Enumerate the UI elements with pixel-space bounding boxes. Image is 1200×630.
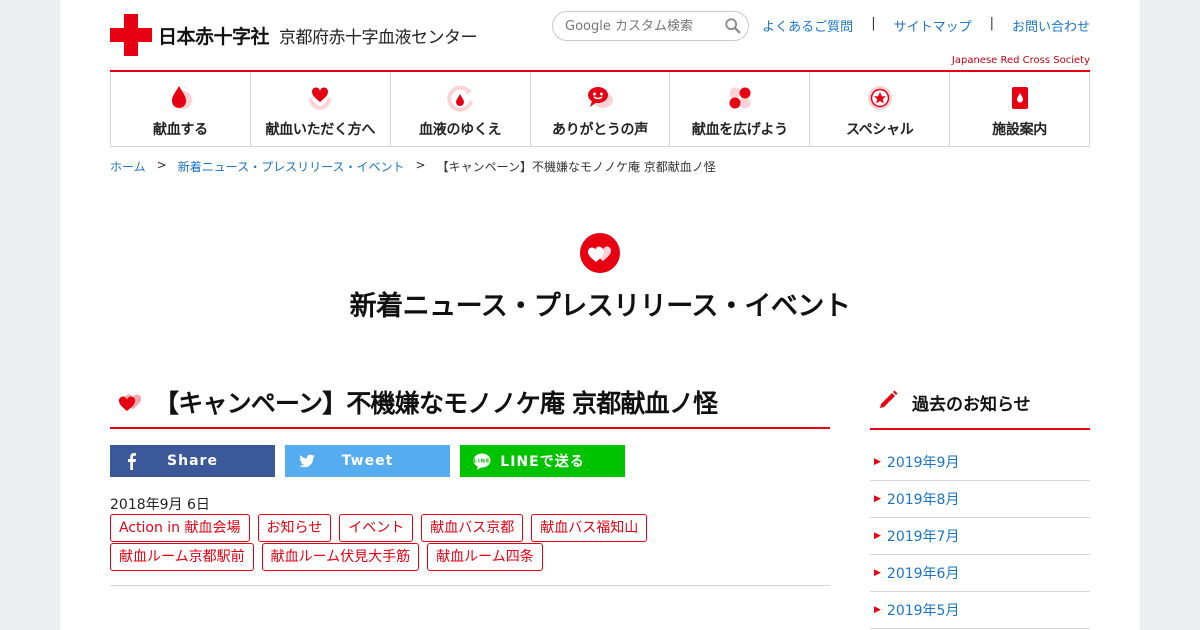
triangle-right-icon: ▶	[874, 605, 881, 615]
center-name: 京都府赤十字血液センター	[279, 27, 478, 48]
red-cross-icon	[110, 14, 152, 56]
sidebar-title: 過去のお知らせ	[912, 395, 1031, 415]
nav-item-donate[interactable]: 献血する	[111, 72, 251, 146]
blood-drop-icon	[172, 86, 193, 109]
section-title: 新着ニュース・プレスリリース・イベント	[349, 291, 851, 322]
sidebar-title-divider	[870, 428, 1090, 430]
speech-bubble-icon	[588, 87, 613, 108]
archive-item[interactable]: ▶ 2019年6月	[870, 555, 1090, 592]
nav-item-for-donors[interactable]: 献血いただく方へ	[251, 72, 391, 146]
society-english-name: Japanese Red Cross Society	[951, 55, 1090, 66]
archive-item-label: 2019年8月	[886, 492, 960, 508]
global-nav: 献血する 献血いただく方へ 血液のゆくえ ありがとうの声 献血を広げよう スペシ…	[110, 72, 1091, 147]
breadcrumb-section[interactable]: 新着ニュース・プレスリリース・イベント	[178, 158, 405, 175]
hearts-icon	[580, 233, 620, 273]
page: 日本赤十字社 京都府赤十字血液センター よくあるご質問 | サイトマップ | お…	[60, 0, 1140, 630]
hearts-icon	[118, 394, 142, 411]
logo-text: 日本赤十字社	[158, 25, 270, 48]
archive-item-label: 2019年9月	[886, 455, 960, 471]
star-badge-icon	[867, 86, 892, 110]
line-icon: LINE	[473, 453, 491, 470]
heart-hands-icon	[309, 87, 332, 110]
archive-item[interactable]: ▶ 2019年9月	[870, 444, 1090, 481]
nav-label: 献血を広げよう	[691, 122, 788, 138]
nav-item-blood-destination[interactable]: 血液のゆくえ	[391, 72, 531, 146]
nav-label: 献血いただく方へ	[265, 122, 376, 138]
link-separator: |	[989, 16, 994, 31]
breadcrumb-current: 【キャンペーン】不機嫌なモノノケ庵 京都献血ノ怪	[436, 160, 716, 174]
article-meta-divider	[110, 585, 830, 586]
nav-label: 献血する	[153, 122, 208, 138]
breadcrumb: ホーム > 新着ニュース・プレスリリース・イベント > 【キャンペーン】不機嫌な…	[110, 158, 716, 175]
nav-item-facilities[interactable]: 施設案内	[950, 72, 1091, 146]
tag-link[interactable]: 献血ルーム伏見大手筋	[261, 543, 420, 571]
triangle-right-icon: ▶	[874, 494, 881, 504]
archive-list: ▶ 2019年9月 ▶ 2019年8月 ▶ 2019年7月 ▶ 2019年6月 ▶ 201…	[870, 444, 1090, 629]
triangle-right-icon: ▶	[874, 568, 881, 578]
clover-icon	[729, 87, 751, 109]
nav-item-thanks-voices[interactable]: ありがとうの声	[531, 72, 671, 146]
tag-link[interactable]: 献血バス京都	[421, 514, 524, 542]
search-box[interactable]	[552, 11, 749, 41]
svg-text:LINE: LINE	[474, 459, 491, 465]
search-icon[interactable]	[724, 17, 742, 35]
triangle-right-icon: ▶	[874, 457, 881, 467]
archive-item[interactable]: ▶ 2019年8月	[870, 481, 1090, 518]
archive-item-label: 2019年7月	[886, 529, 960, 545]
tag-link[interactable]: 献血ルーム四条	[427, 543, 543, 571]
contact-link[interactable]: お問い合わせ	[1012, 16, 1090, 35]
faq-link[interactable]: よくあるご質問	[762, 16, 853, 35]
tag-link[interactable]: 献血ルーム京都駅前	[110, 543, 254, 571]
twitter-tweet-button[interactable]: Tweet	[285, 445, 450, 477]
facebook-icon	[128, 453, 136, 470]
nav-label: 施設案内	[992, 122, 1047, 138]
pencil-icon	[880, 390, 898, 408]
tag-link[interactable]: 献血バス福知山	[531, 514, 648, 542]
triangle-right-icon: ▶	[874, 531, 881, 541]
sitemap-link[interactable]: サイトマップ	[894, 16, 972, 35]
archive-item[interactable]: ▶ 2019年5月	[870, 592, 1090, 629]
article-title: 【キャンペーン】不機嫌なモノノケ庵 京都献血ノ怪	[154, 389, 718, 418]
line-send-button[interactable]: LINE LINEで送る	[460, 445, 625, 477]
facebook-share-button[interactable]: Share	[110, 445, 275, 477]
breadcrumb-separator: >	[415, 158, 426, 172]
nav-label: ありがとうの声	[552, 122, 648, 138]
archive-item-label: 2019年5月	[886, 603, 960, 619]
utility-links: よくあるご質問 | サイトマップ | お問い合わせ	[762, 16, 1090, 35]
tag-link[interactable]: お知らせ	[257, 514, 332, 542]
nav-item-spread-donation[interactable]: 献血を広げよう	[670, 72, 811, 146]
breadcrumb-separator: >	[156, 158, 167, 172]
tag-link[interactable]: Action in 献血会場	[110, 514, 250, 542]
site-logo[interactable]: 日本赤十字社 京都府赤十字血液センター	[110, 14, 478, 56]
breadcrumb-home[interactable]: ホーム	[110, 158, 146, 175]
nav-item-special[interactable]: スペシャル	[810, 72, 951, 146]
archive-item[interactable]: ▶ 2019年7月	[870, 518, 1090, 555]
archive-item-label: 2019年6月	[886, 566, 960, 582]
search-input[interactable]	[565, 18, 715, 34]
nav-label: スペシャル	[845, 122, 914, 138]
link-separator: |	[871, 16, 876, 31]
building-card-icon	[1011, 87, 1028, 109]
article-title-divider	[110, 427, 830, 429]
circulation-icon	[447, 85, 474, 112]
twitter-bird-icon	[299, 454, 315, 468]
tag-link[interactable]: イベント	[339, 514, 414, 542]
nav-label: 血液のゆくえ	[419, 122, 502, 138]
article-tags: Action in 献血会場 お知らせ イベント 献血バス京都 献血バス福知山 …	[110, 514, 710, 572]
article-date: 2018年9月 6日	[110, 497, 210, 513]
